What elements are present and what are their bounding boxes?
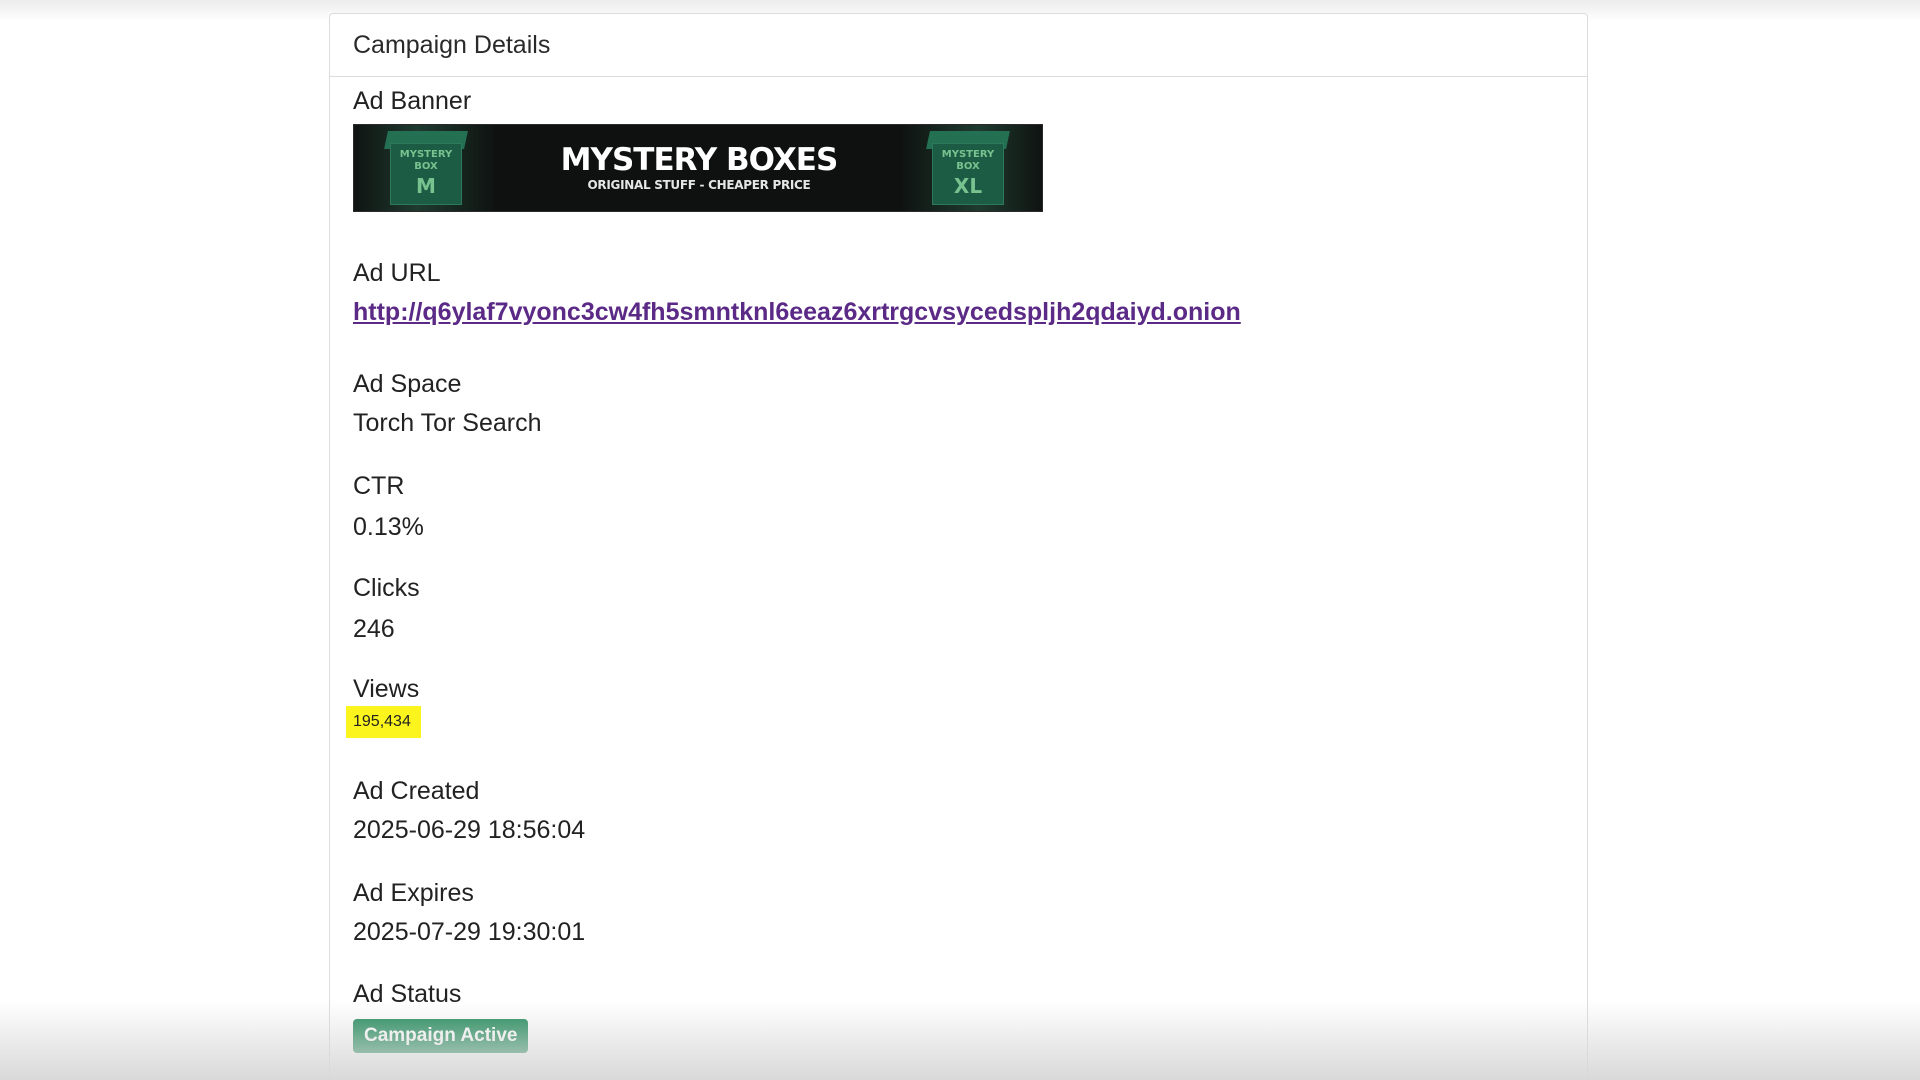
ad-expires-value: 2025-07-29 19:30:01: [353, 918, 586, 946]
ad-created-label: Ad Created: [353, 777, 480, 805]
ad-expires-label: Ad Expires: [353, 879, 474, 907]
ad-banner-label: Ad Banner: [353, 87, 472, 115]
ad-url-field: Ad URL http://q6ylaf7vyonc3cw4fh5smntknl…: [353, 258, 1241, 327]
box-xl-line1: MYSTERY: [941, 149, 995, 160]
box-xl-line2: BOX: [956, 161, 980, 172]
ad-url-label: Ad URL: [353, 259, 441, 287]
ctr-label: CTR: [353, 472, 405, 500]
ad-banner-image: MYSTERY BOX M MYSTERY BOXES ORIGINAL STU…: [353, 124, 1043, 212]
ad-space-field: Ad Space Torch Tor Search: [353, 369, 542, 438]
campaign-status-badge: Campaign Active: [353, 1019, 529, 1053]
ad-space-value: Torch Tor Search: [353, 409, 542, 437]
ad-created-value: 2025-06-29 18:56:04: [353, 816, 586, 844]
clicks-field: Clicks 246: [353, 573, 420, 644]
ad-expires-field: Ad Expires 2025-07-29 19:30:01: [353, 878, 585, 947]
box-xl-size: XL: [953, 174, 983, 198]
mystery-box-xl-graphic: MYSTERY BOX XL: [902, 125, 1042, 211]
ad-space-label: Ad Space: [353, 370, 462, 398]
card-title: Campaign Details: [353, 30, 551, 59]
card-header: Campaign Details: [330, 14, 1587, 77]
ad-status-label: Ad Status: [353, 980, 462, 1008]
views-value: 195,434: [346, 706, 421, 738]
box-xl-text: MYSTERY BOX XL: [932, 149, 1004, 197]
campaign-details-card: Campaign Details Ad Banner MYSTERY BOX M…: [329, 13, 1588, 1080]
ad-created-field: Ad Created 2025-06-29 18:56:04: [353, 776, 585, 845]
views-label: Views: [353, 675, 420, 703]
views-field: Views 195,434: [346, 674, 421, 738]
ctr-field: CTR 0.13%: [353, 471, 424, 542]
ad-url-link[interactable]: http://q6ylaf7vyonc3cw4fh5smntknl6eeaz6x…: [353, 297, 1241, 327]
clicks-label: Clicks: [353, 574, 420, 602]
ad-banner-field: Ad Banner MYSTERY BOX M MYSTERY BOXES OR…: [353, 86, 1043, 212]
clicks-value: 246: [353, 615, 395, 643]
ctr-value: 0.13%: [353, 513, 424, 541]
page: Campaign Details Ad Banner MYSTERY BOX M…: [0, 0, 1920, 1080]
ad-status-field: Ad Status Campaign Active: [353, 979, 529, 1053]
